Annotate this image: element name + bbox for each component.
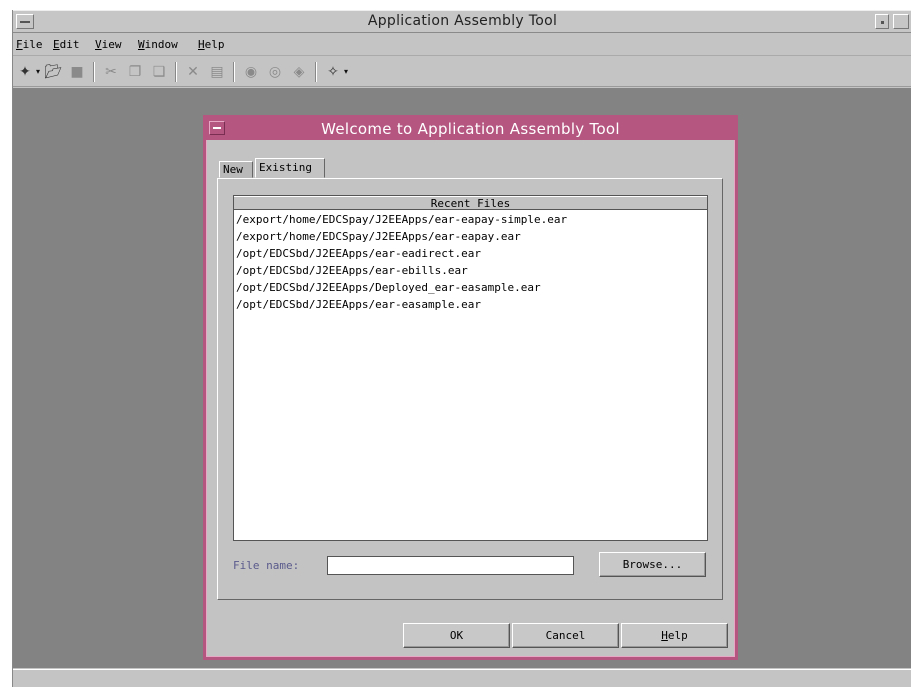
properties-icon[interactable]: ▤ [207, 62, 227, 82]
recent-files-header: Recent Files [234, 196, 707, 210]
window-titlebar[interactable]: Application Assembly Tool [13, 10, 911, 33]
cancel-button[interactable]: Cancel [512, 623, 619, 648]
menu-view[interactable]: View [95, 38, 122, 51]
save-icon[interactable]: ■ [67, 62, 87, 82]
menu-edit[interactable]: Edit [53, 38, 80, 51]
window-title: Application Assembly Tool [367, 13, 558, 29]
delete-icon[interactable]: ✕ [183, 62, 203, 82]
verify-icon[interactable]: ◎ [265, 62, 285, 82]
new-icon[interactable]: ✦ ▾ [15, 62, 40, 82]
list-item[interactable]: /opt/EDCSbd/J2EEApps/Deployed_ear-easamp… [236, 279, 567, 296]
status-bar [13, 669, 911, 687]
tab-panel-existing: Recent Files /export/home/EDCSpay/J2EEAp… [217, 178, 723, 600]
list-item[interactable]: /opt/EDCSbd/J2EEApps/ear-eadirect.ear [236, 245, 567, 262]
menu-bar: File Edit View Window Help [13, 34, 911, 56]
list-item[interactable]: /opt/EDCSbd/J2EEApps/ear-ebills.ear [236, 262, 567, 279]
list-item[interactable]: /export/home/EDCSpay/J2EEApps/ear-eapay-… [236, 211, 567, 228]
menu-file[interactable]: File [16, 38, 43, 51]
tab-existing[interactable]: Existing [255, 158, 325, 178]
recent-files-list[interactable]: Recent Files /export/home/EDCSpay/J2EEAp… [233, 195, 708, 541]
list-item[interactable]: /export/home/EDCSpay/J2EEApps/ear-eapay.… [236, 228, 567, 245]
menu-help[interactable]: Help [198, 38, 225, 51]
deploy-icon[interactable]: ◈ [289, 62, 309, 82]
generate-code-icon[interactable]: ◉ [241, 62, 261, 82]
dialog-titlebar[interactable]: Welcome to Application Assembly Tool [206, 118, 735, 140]
dialog-title: Welcome to Application Assembly Tool [321, 120, 620, 138]
help-button[interactable]: Help [621, 623, 728, 648]
list-item[interactable]: /opt/EDCSbd/J2EEApps/ear-easample.ear [236, 296, 567, 313]
maximize-button[interactable] [893, 14, 909, 29]
toolbar: ✦ ▾ 📂︎ ■ ✂ ❐ ❏ ✕ ▤ ◉ ◎ ◈ ✧ ▾ [13, 57, 911, 87]
copy-icon[interactable]: ❐ [125, 62, 145, 82]
ok-button[interactable]: OK [403, 623, 510, 648]
cut-icon[interactable]: ✂ [101, 62, 121, 82]
menu-window[interactable]: Window [138, 38, 178, 51]
file-name-input[interactable] [327, 556, 574, 575]
open-icon[interactable]: 📂︎ [43, 62, 63, 82]
browse-button[interactable]: Browse... [599, 552, 706, 577]
minimize-button[interactable] [875, 14, 889, 29]
tab-new[interactable]: New [219, 161, 253, 178]
wizard-icon[interactable]: ✧ ▾ [323, 62, 348, 82]
application-window: Application Assembly Tool File Edit View… [12, 10, 911, 687]
welcome-dialog: Welcome to Application Assembly Tool New… [203, 115, 738, 660]
paste-icon[interactable]: ❏ [149, 62, 169, 82]
file-name-label: File name: [233, 559, 300, 572]
